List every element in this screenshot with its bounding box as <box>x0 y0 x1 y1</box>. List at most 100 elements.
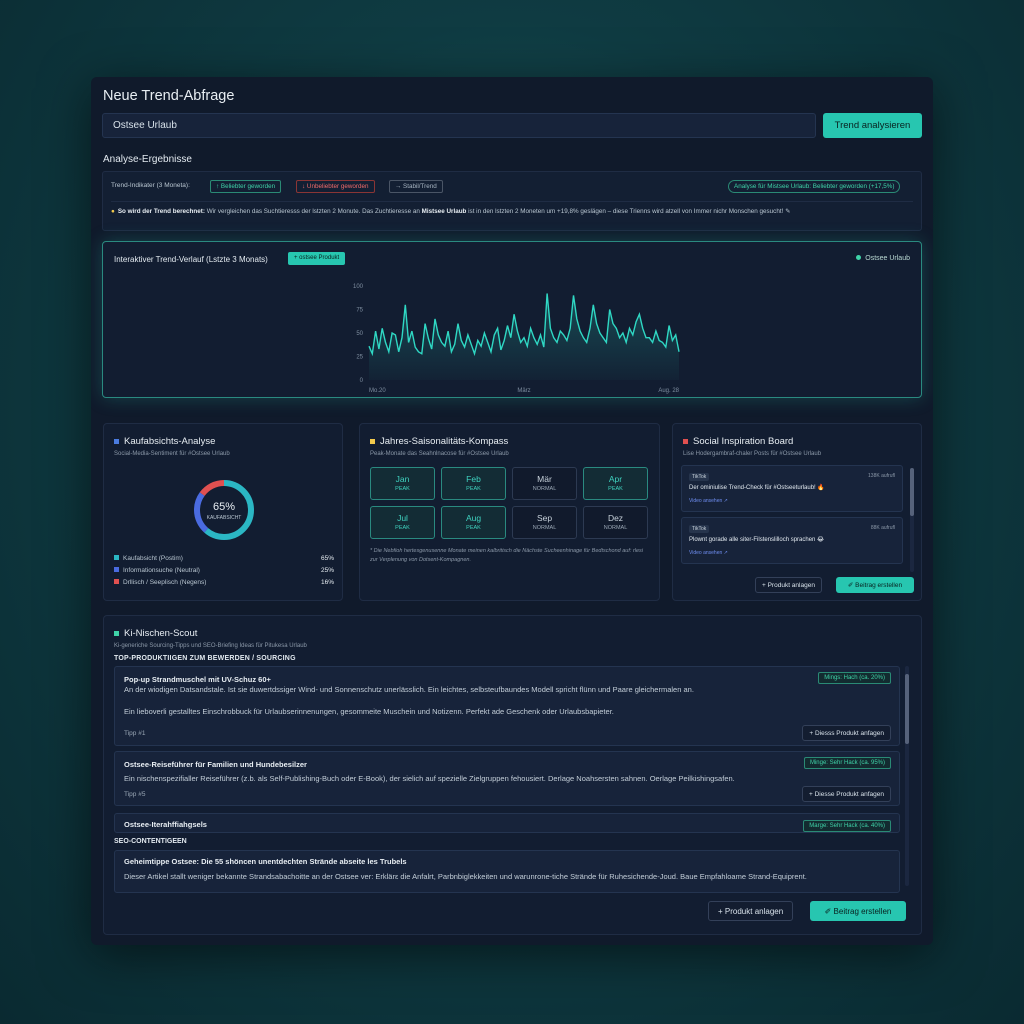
watch-video-link[interactable]: Video ansehen ↗ <box>689 498 728 504</box>
donut-percentage: 65% <box>212 501 236 513</box>
product-idea-title: Ostsee-Reiseführer für Familien und Hund… <box>124 760 307 769</box>
add-this-product-button[interactable]: + Diesse Produkt anfagen <box>802 786 891 802</box>
month-name: Jan <box>395 474 410 484</box>
product-idea-title: Pop-up Strandmuschel mit UV-Schuz 60+ <box>124 675 271 684</box>
season-subtitle: Peak-Monate das Seahnlnacose für #Ostsee… <box>370 451 509 457</box>
y-tick-label: 100 <box>353 284 364 290</box>
seasonality-panel: Jahres-Saisonalitäts-Kompass Peak-Monate… <box>359 423 660 601</box>
analyze-trend-button[interactable]: Trend analysieren <box>823 113 922 138</box>
product-idea-title: Ostsee-Iterahffiahgsels <box>124 820 207 829</box>
explanation-term: Mistsee Urlaub <box>421 208 467 215</box>
season-month-mar[interactable]: Mär NORMAL <box>512 467 577 500</box>
product-idea-card: Ostsee-Reiseführer für Familien und Hund… <box>114 751 900 806</box>
seo-idea-card: Geheimtippe Ostsee: Die 55 shöncen unent… <box>114 850 900 893</box>
product-idea-description: Ein lieboverli gestalltes Einschrobbuck … <box>124 707 614 716</box>
product-idea-card: Pop-up Strandmuschel mit UV-Schuz 60+ An… <box>114 666 900 746</box>
trend-chart-panel: Interaktiver Trend-Verlauf (Lstzte 3 Mon… <box>102 241 922 398</box>
create-post-button[interactable]: ✐ Beitrag erstellen <box>810 901 906 921</box>
legend-row-neutral: Informationsuche (Neutral) 25% <box>114 567 334 574</box>
tip-number: Tipp #5 <box>124 791 146 798</box>
legend-label: Ostsee Urlaub <box>865 255 910 262</box>
explanation-heading: So wird der Trend berechnet: <box>117 208 205 215</box>
month-name: Dez <box>607 513 624 523</box>
edit-icon[interactable]: ✎ <box>785 208 790 215</box>
month-status: NORMAL <box>603 525 628 531</box>
square-icon <box>370 438 375 444</box>
month-name: Apr <box>608 474 623 484</box>
trend-chart[interactable]: 0 25 50 75 100 Mo.20 März Aug. 28 <box>343 272 693 397</box>
create-post-button[interactable]: ✐ Beitrag erstellen <box>836 577 914 593</box>
season-month-jan[interactable]: Jan PEAK <box>370 467 435 500</box>
analysis-result-badge: Analyse für Mistsee Urlaub: Beliebter ge… <box>728 180 901 193</box>
results-heading: Analyse-Ergebnisse <box>103 154 192 165</box>
chip-trend-down[interactable]: ↓ Unbeliebter geworden <box>296 180 375 193</box>
legend-value: 16% <box>320 579 334 586</box>
square-icon <box>683 438 688 444</box>
product-idea-description: An der wiodigen Datsandstale. Ist sie du… <box>124 685 694 694</box>
scrollbar-thumb[interactable] <box>910 468 914 516</box>
social-title-text: Social Inspiration Board <box>693 436 794 447</box>
season-title-text: Jahres-Saisonalitäts-Kompass <box>380 436 509 447</box>
y-tick-label: 75 <box>356 308 363 314</box>
trend-explanation: ● So wird der Trend berechnet: Wir vergle… <box>111 208 790 215</box>
season-month-dez[interactable]: Dez NORMAL <box>583 506 648 539</box>
season-title: Jahres-Saisonalitäts-Kompass <box>370 436 508 447</box>
trend-indicator-panel: Trend-Indikater (3 Moneta): ↑ Beliebter … <box>102 171 922 231</box>
tip-number: Tipp #1 <box>124 730 146 737</box>
season-month-aug[interactable]: Aug PEAK <box>441 506 506 539</box>
season-month-apr[interactable]: Apr PEAK <box>583 467 648 500</box>
chip-trend-up[interactable]: ↑ Beliebter geworden <box>210 180 282 193</box>
x-tick-label: März <box>517 388 530 394</box>
chart-title: Interaktiver Trend-Verlauf (Lstzte 3 Mon… <box>114 255 268 264</box>
explanation-text-2: ist in den lstzten 2 Moneten um +19,8% g… <box>468 208 784 215</box>
month-status: PEAK <box>466 486 481 492</box>
view-count: 88K aufrufl <box>870 525 895 531</box>
search-input[interactable] <box>102 113 816 138</box>
legend-row-positive: Kaufabsicht (Postim) 65% <box>114 555 334 562</box>
indicator-label: Trend-Indikater (3 Moneta): <box>111 182 190 189</box>
season-month-sep[interactable]: Sep NORMAL <box>512 506 577 539</box>
social-post[interactable]: TikTok 88K aufrufl Plownt gorade alle si… <box>681 517 903 564</box>
legend-label: Drllisch / Seeplisch (Negens) <box>123 579 207 586</box>
seo-idea-description: Dieser Artikel stallt weniger bekannte S… <box>124 872 807 881</box>
page-title: Neue Trend-Abfrage <box>103 88 235 104</box>
purchase-title-text: Kaufabsichts-Analyse <box>124 436 216 447</box>
divider <box>111 201 913 202</box>
y-tick-label: 25 <box>356 355 363 361</box>
month-name: Jul <box>397 513 408 523</box>
y-tick-label: 50 <box>356 331 363 337</box>
season-note: * Die Nebfioh hertesgenusenne Monate mei… <box>370 548 644 563</box>
add-this-product-button[interactable]: + Diesss Produkt anfagen <box>802 725 891 741</box>
chart-legend: Ostsee Urlaub <box>856 255 910 262</box>
season-month-feb[interactable]: Feb PEAK <box>441 467 506 500</box>
x-tick-label: Mo.20 <box>369 388 386 394</box>
legend-label: Kaufabsicht (Postim) <box>123 555 183 562</box>
add-product-button[interactable]: + Produkt anlagen <box>755 577 822 593</box>
product-idea-card: Ostsee-Iterahffiahgsels Marge: Sehr Hack… <box>114 813 900 833</box>
watch-video-link[interactable]: Video ansehen ↗ <box>689 550 728 556</box>
purchase-subtitle: Social-Media-Sentiment für #Ostsee Urlau… <box>114 451 230 457</box>
season-month-jul[interactable]: Jul PEAK <box>370 506 435 539</box>
y-tick-label: 0 <box>360 378 364 384</box>
social-post[interactable]: TikTok 138K aufrufl Der ominiulise Trend… <box>681 465 903 512</box>
legend-label: Informationsuche (Neutral) <box>123 567 200 574</box>
chip-trend-stable[interactable]: → Stabil/Trend <box>389 180 443 193</box>
scout-subtitle: Ki-generiche Sourcing-Tipps und SEO-Brie… <box>114 643 307 649</box>
seo-heading: SEO-CONTENTIGEEN <box>114 838 187 845</box>
square-icon <box>114 579 119 584</box>
legend-dot-icon <box>856 255 862 260</box>
margin-badge: Minge: Sehr Hack (ca. 95%) <box>803 757 891 769</box>
add-product-button[interactable]: + Produkt anlagen <box>708 901 794 921</box>
post-text: Plownt gorade alle siter-Filstenslilloch… <box>689 537 825 543</box>
x-tick-label: Aug. 28 <box>658 388 679 394</box>
social-inspiration-panel: Social Inspiration Board Lise Hodergambr… <box>672 423 922 601</box>
add-product-chip[interactable]: + ostsee Produkt <box>288 252 346 265</box>
legend-value: 65% <box>320 555 334 562</box>
month-status: PEAK <box>466 525 481 531</box>
month-name: Aug <box>465 513 482 523</box>
donut-label: KAUFABSICHT <box>206 515 242 521</box>
margin-badge: Marge: Sehr Hack (ca. 40%) <box>803 820 891 832</box>
square-icon <box>114 567 119 572</box>
niche-scout-panel: Ki-Nischen-Scout Ki-generiche Sourcing-T… <box>103 615 922 935</box>
scrollbar-thumb[interactable] <box>905 674 909 744</box>
